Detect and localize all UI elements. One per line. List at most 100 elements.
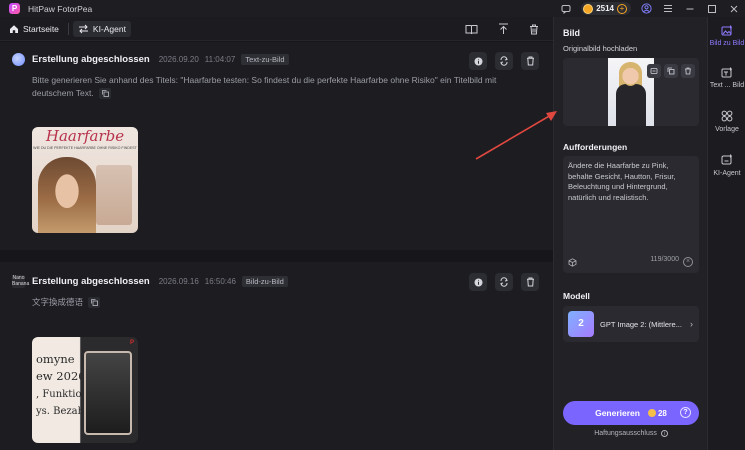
card-time: 16:50:46 <box>204 277 236 286</box>
info-button[interactable] <box>469 52 487 70</box>
regenerate-button[interactable] <box>495 52 513 70</box>
prompt-template-icon[interactable] <box>568 258 577 267</box>
prompt-text: Bitte generieren Sie anhand des Titels: … <box>32 74 537 100</box>
delete-button[interactable] <box>521 273 539 291</box>
copy-icon <box>90 299 98 307</box>
app-title: HitPaw FotorPea <box>28 3 93 14</box>
copy-button[interactable] <box>99 88 112 100</box>
thumb-line: omyne <box>36 352 75 366</box>
trash-icon <box>526 277 534 287</box>
sidebar-item-text-to-image[interactable]: Text ... Bild <box>708 67 745 89</box>
crop-icon <box>650 68 658 74</box>
account-icon[interactable] <box>635 0 657 17</box>
card-header: Erstellung abgeschlossen 2026.09.20 11:0… <box>12 53 289 66</box>
portrait-body <box>616 84 646 126</box>
card-actions <box>469 273 539 291</box>
help-icon[interactable]: ? <box>680 407 691 418</box>
sidebar-label: Vorlage <box>715 126 739 133</box>
ai-agent-label: KI-Agent <box>92 23 126 34</box>
crop-button[interactable] <box>647 64 661 78</box>
chat-icon[interactable] <box>555 0 577 17</box>
upload-dropzone[interactable] <box>563 58 699 126</box>
thumb-line: ew 2026: <box>36 369 90 383</box>
image-to-image-panel: Bild Originalbild hochladen Aufforderung… <box>553 17 707 450</box>
portrait-head <box>622 64 639 86</box>
mode-tag: Bild-zu-Bild <box>241 276 288 287</box>
model-selector[interactable]: 2 GPT Image 2: (Mittlere... › <box>563 306 699 342</box>
credits-count: 2514 <box>596 4 614 13</box>
clear-prompt-icon[interactable]: × <box>683 257 693 267</box>
upload-label: Originalbild hochladen <box>563 44 638 53</box>
maximize-icon[interactable] <box>701 0 723 17</box>
upload-icon[interactable] <box>498 23 509 35</box>
trash-icon <box>526 56 534 66</box>
minimize-icon[interactable] <box>679 0 701 17</box>
sidebar-label: Text ... Bild <box>709 82 745 89</box>
sidebar-item-template[interactable]: Vorlage <box>708 110 745 133</box>
remove-image-button[interactable] <box>681 64 695 78</box>
model-avatar: Nano Banana <box>12 275 30 288</box>
result-card: Erstellung abgeschlossen 2026.09.20 11:0… <box>0 42 553 250</box>
home-label: Startseite <box>23 23 59 34</box>
disclaimer-link[interactable]: Haftungsausschluss i <box>554 430 708 437</box>
copy-icon <box>667 67 675 75</box>
generated-image[interactable]: omyne ew 2026: , Funktionen ys. Bezahlt … <box>32 337 138 443</box>
app-logo-icon: P <box>9 3 20 14</box>
swap-icon <box>78 24 88 33</box>
trash-icon <box>685 67 691 75</box>
generated-image[interactable]: Haarfarbe WIE DU DIE PERFEKTE HAARFARBE … <box>32 127 138 233</box>
model-thumbnail: 2 <box>568 311 594 337</box>
book-icon[interactable] <box>465 24 478 35</box>
info-icon: i <box>660 430 668 437</box>
ai-agent-tab[interactable]: KI-Agent <box>72 20 131 37</box>
info-icon <box>474 57 482 65</box>
generate-cost: 28 <box>657 408 667 418</box>
chevron-right-icon: › <box>690 319 693 329</box>
home-button[interactable]: Startseite <box>4 21 64 37</box>
card-header: Nano Banana Erstellung abgeschlossen 202… <box>12 275 288 288</box>
copy-button[interactable] <box>88 297 101 309</box>
menu-icon[interactable] <box>657 0 679 17</box>
generate-label: Generieren <box>595 408 640 418</box>
card-title: Erstellung abgeschlossen <box>32 54 150 65</box>
result-card: Nano Banana Erstellung abgeschlossen 202… <box>0 262 553 450</box>
copy-icon <box>101 90 109 98</box>
template-icon <box>721 110 733 122</box>
woman-illustration <box>38 157 96 233</box>
add-credits-icon[interactable]: + <box>617 3 627 14</box>
prompt-value: Ändere die Haarfarbe zu Pink, behalte Ge… <box>568 161 676 202</box>
duplicate-button[interactable] <box>664 64 678 78</box>
mode-tag: Text-zu-Bild <box>241 54 289 65</box>
prompt-section-title: Aufforderungen <box>563 142 628 152</box>
refresh-icon <box>500 56 508 66</box>
hair-samples-panel <box>96 165 132 225</box>
close-icon[interactable] <box>723 0 745 17</box>
disclaimer-label: Haftungsausschluss <box>594 430 657 437</box>
card-date: 2026.09.20 <box>158 55 199 64</box>
sidebar-label: KI-Agent <box>713 170 741 177</box>
sidebar-item-image-to-image[interactable]: Bild zu Bild <box>708 25 745 47</box>
refresh-icon <box>500 277 508 287</box>
credits-badge[interactable]: 2514 + <box>581 2 631 15</box>
info-button[interactable] <box>469 273 487 291</box>
delete-button[interactable] <box>521 52 539 70</box>
model-section-title: Modell <box>563 291 590 301</box>
ai-agent-icon <box>721 154 732 165</box>
title-bar: P HitPaw FotorPea 2514 + <box>0 0 745 17</box>
prompt-content: 文字換成德语 <box>32 297 84 307</box>
char-count: 119/3000 <box>650 255 679 263</box>
thumb-title: Haarfarbe <box>45 127 125 145</box>
trash-icon[interactable] <box>529 24 539 35</box>
agent-avatar <box>12 53 25 66</box>
regenerate-button[interactable] <box>495 273 513 291</box>
top-toolbar: Startseite KI-Agent <box>0 17 553 41</box>
prompt-textarea[interactable]: Ändere die Haarfarbe zu Pink, behalte Ge… <box>563 156 699 273</box>
info-icon <box>474 278 482 286</box>
thumb-subtitle: WIE DU DIE PERFEKTE HAARFARBE OHNE RISIK… <box>33 146 137 150</box>
sidebar-label: Bild zu Bild <box>709 40 745 47</box>
panel-title: Bild <box>563 28 580 38</box>
photo-card-illustration <box>84 351 132 435</box>
sidebar-item-ai-agent[interactable]: KI-Agent <box>708 154 745 177</box>
thumb-line: ys. Bezahlt <box>36 406 92 417</box>
generate-button[interactable]: Generieren 28 ? <box>563 401 699 425</box>
